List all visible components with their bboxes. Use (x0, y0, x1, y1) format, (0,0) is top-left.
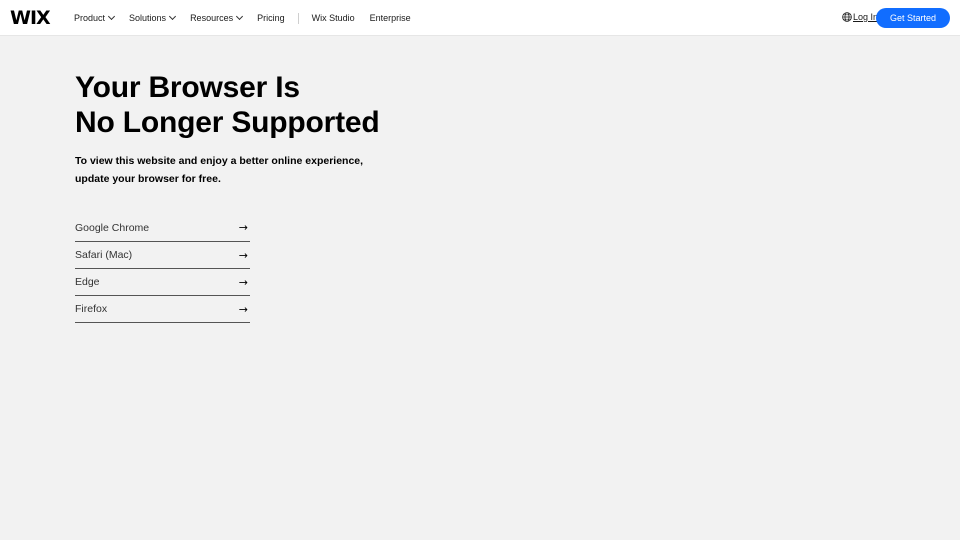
nav-item-pricing[interactable]: Pricing (257, 13, 285, 23)
nav-divider (297, 12, 299, 24)
get-started-button[interactable]: Get Started (876, 8, 950, 28)
browser-link-firefox[interactable]: Firefox → (75, 296, 250, 323)
page-subtitle: To view this website and enjoy a better … (75, 155, 364, 185)
nav-item-product[interactable]: Product (74, 12, 116, 23)
browser-link-edge[interactable]: Edge → (75, 269, 250, 296)
top-navigation-bar: WIX Product Solutions Resources Pricing … (0, 0, 960, 36)
arrow-right-icon: → (238, 221, 248, 234)
chevron-down-icon (107, 12, 116, 21)
browser-link-safari[interactable]: Safari (Mac) → (75, 242, 250, 269)
nav-item-wix-studio[interactable]: Wix Studio (312, 13, 355, 23)
chevron-down-icon (236, 12, 244, 21)
arrow-right-icon: → (238, 248, 248, 262)
nav-item-label: Solutions (129, 13, 167, 23)
login-link[interactable]: Log In (842, 12, 878, 22)
nav-item-label: Resources (190, 13, 234, 23)
unsupported-browser-content: Your Browser Is No Longer Supported To v… (75, 70, 380, 323)
globe-icon (842, 12, 852, 22)
browser-link-chrome[interactable]: Google Chrome → (75, 212, 250, 242)
arrow-right-icon: → (238, 275, 248, 289)
nav-item-label: Product (74, 13, 106, 23)
arrow-right-icon: → (238, 302, 248, 316)
nav-item-resources[interactable]: Resources (190, 12, 244, 23)
nav-item-enterprise[interactable]: Enterprise (370, 13, 411, 23)
main-nav: Product Solutions Resources Pricing Wix … (74, 0, 426, 36)
nav-item-label: Pricing (257, 13, 285, 23)
nav-item-label: Enterprise (369, 13, 411, 23)
nav-item-solutions[interactable]: Solutions (129, 12, 177, 23)
browser-links-list: Google Chrome → Safari (Mac) → Edge → Fi… (75, 212, 250, 323)
browser-link-label: Safari (Mac) (75, 249, 133, 261)
wix-logo[interactable]: WIX (10, 8, 51, 28)
login-label: Log In (853, 12, 879, 22)
title-line-2: No Longer Supported (75, 106, 380, 139)
browser-link-label: Google Chrome (75, 221, 150, 234)
browser-link-label: Firefox (75, 303, 108, 315)
title-line-1: Your Browser Is (75, 71, 300, 104)
browser-link-label: Edge (75, 276, 100, 288)
page-title: Your Browser Is No Longer Supported (75, 70, 380, 140)
chevron-down-icon (169, 12, 177, 21)
nav-item-label: Wix Studio (311, 13, 355, 23)
